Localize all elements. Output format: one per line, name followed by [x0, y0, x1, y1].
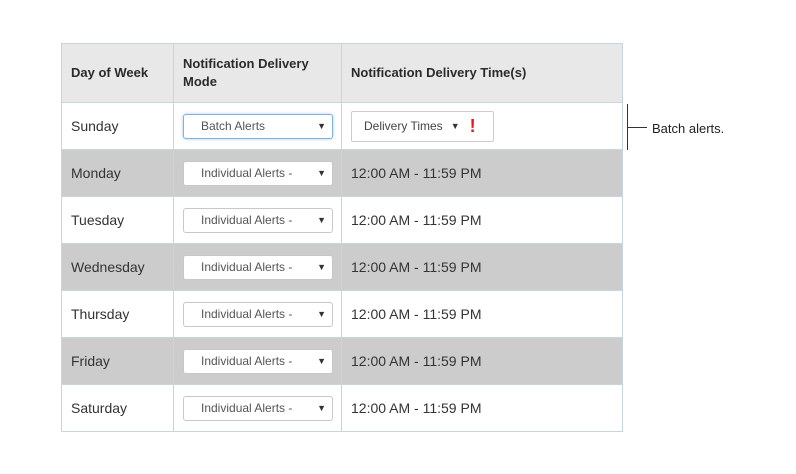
caret-down-icon: ▼	[317, 215, 326, 225]
delivery-mode-select[interactable]: Individual Alerts - ▼	[183, 348, 333, 374]
header-delivery-times: Notification Delivery Time(s)	[341, 43, 623, 103]
annotation-label: Batch alerts.	[652, 121, 725, 136]
mode-cell: Individual Alerts - ▼	[173, 149, 342, 197]
delivery-mode-select[interactable]: Individual Alerts - ▼	[183, 207, 333, 233]
caret-down-icon: ▼	[317, 121, 326, 131]
caret-down-icon: ▼	[450, 121, 460, 131]
header-delivery-mode: Notification Delivery Mode	[173, 43, 342, 103]
day-cell: Sunday	[61, 102, 174, 150]
mode-cell: Individual Alerts - ▼	[173, 337, 342, 385]
header-row: Day of Week Notification Delivery Mode N…	[61, 43, 623, 103]
mode-cell: Individual Alerts - ▼	[173, 290, 342, 338]
table-row: Thursday Individual Alerts - ▼ 12:00 AM …	[61, 290, 623, 338]
select-value: Individual Alerts -	[201, 260, 293, 274]
select-value: Individual Alerts -	[201, 166, 293, 180]
select-value: Individual Alerts -	[201, 401, 293, 415]
caret-down-icon: ▼	[317, 403, 326, 413]
select-value: Batch Alerts	[201, 119, 266, 133]
time-cell: 12:00 AM - 11:59 PM	[341, 196, 623, 244]
table-row: Friday Individual Alerts - ▼ 12:00 AM - …	[61, 337, 623, 385]
select-value: Individual Alerts -	[201, 213, 293, 227]
time-cell: Delivery Times ▼ !	[341, 102, 623, 150]
mode-cell: Individual Alerts - ▼	[173, 243, 342, 291]
delivery-mode-select[interactable]: Individual Alerts - ▼	[183, 160, 333, 186]
time-cell: 12:00 AM - 11:59 PM	[341, 384, 623, 432]
header-day-of-week: Day of Week	[61, 43, 174, 103]
annotation-leader-line	[627, 127, 647, 128]
day-cell: Friday	[61, 337, 174, 385]
day-cell: Tuesday	[61, 196, 174, 244]
table-row: Monday Individual Alerts - ▼ 12:00 AM - …	[61, 149, 623, 197]
table-row: Saturday Individual Alerts - ▼ 12:00 AM …	[61, 384, 623, 432]
delivery-mode-select[interactable]: Individual Alerts - ▼	[183, 395, 333, 421]
notification-schedule-table: Day of Week Notification Delivery Mode N…	[61, 43, 623, 432]
time-cell: 12:00 AM - 11:59 PM	[341, 243, 623, 291]
delivery-mode-select[interactable]: Individual Alerts - ▼	[183, 301, 333, 327]
mode-cell: Batch Alerts ▼	[173, 102, 342, 150]
select-value: Individual Alerts -	[201, 307, 293, 321]
mode-cell: Individual Alerts - ▼	[173, 196, 342, 244]
time-cell: 12:00 AM - 11:59 PM	[341, 337, 623, 385]
time-cell: 12:00 AM - 11:59 PM	[341, 290, 623, 338]
delivery-times-button[interactable]: Delivery Times ▼ !	[351, 110, 494, 142]
delivery-times-label: Delivery Times	[364, 119, 443, 133]
delivery-mode-select[interactable]: Individual Alerts - ▼	[183, 254, 333, 280]
exclamation-icon: !	[469, 116, 476, 136]
caret-down-icon: ▼	[317, 262, 326, 272]
table-row: Sunday Batch Alerts ▼ Delivery Times ▼ !	[61, 102, 623, 150]
time-cell: 12:00 AM - 11:59 PM	[341, 149, 623, 197]
caret-down-icon: ▼	[317, 309, 326, 319]
caret-down-icon: ▼	[317, 168, 326, 178]
day-cell: Wednesday	[61, 243, 174, 291]
table-row: Wednesday Individual Alerts - ▼ 12:00 AM…	[61, 243, 623, 291]
day-cell: Thursday	[61, 290, 174, 338]
day-cell: Monday	[61, 149, 174, 197]
select-value: Individual Alerts -	[201, 354, 293, 368]
day-cell: Saturday	[61, 384, 174, 432]
mode-cell: Individual Alerts - ▼	[173, 384, 342, 432]
delivery-mode-select[interactable]: Batch Alerts ▼	[183, 113, 333, 139]
table-row: Tuesday Individual Alerts - ▼ 12:00 AM -…	[61, 196, 623, 244]
caret-down-icon: ▼	[317, 356, 326, 366]
